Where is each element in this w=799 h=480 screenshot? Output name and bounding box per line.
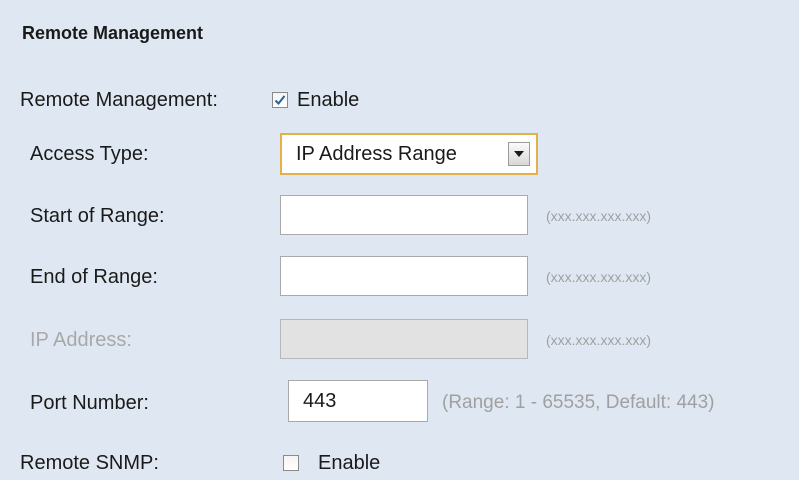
access-type-select[interactable]: IP Address Range — [280, 133, 538, 175]
end-of-range-label: End of Range: — [30, 266, 158, 288]
port-number-hint: (Range: 1 - 65535, Default: 443) — [442, 392, 715, 413]
remote-management-label: Remote Management: — [20, 89, 218, 111]
section-title: Remote Management — [22, 23, 204, 43]
end-of-range-input[interactable] — [280, 256, 528, 296]
access-type-label: Access Type: — [30, 143, 149, 165]
remote-management-enable-label: Enable — [297, 89, 360, 111]
end-of-range-hint: (xxx.xxx.xxx.xxx) — [546, 269, 651, 285]
port-number-label: Port Number: — [30, 392, 149, 414]
access-type-selected-value: IP Address Range — [296, 143, 457, 165]
ip-address-input — [280, 319, 528, 359]
ip-address-hint: (xxx.xxx.xxx.xxx) — [546, 332, 651, 348]
checkmark-icon — [274, 95, 286, 105]
remote-snmp-enable-label: Enable — [318, 452, 381, 474]
ip-address-label: IP Address: — [30, 329, 132, 351]
remote-management-panel: Remote Management Remote Management: Ena… — [0, 0, 799, 480]
port-number-input[interactable] — [288, 380, 428, 422]
remote-management-checkbox[interactable] — [272, 92, 288, 108]
chevron-down-icon — [514, 151, 524, 157]
remote-snmp-label: Remote SNMP: — [20, 452, 159, 474]
start-of-range-hint: (xxx.xxx.xxx.xxx) — [546, 208, 651, 224]
remote-snmp-checkbox[interactable] — [283, 455, 299, 471]
start-of-range-input[interactable] — [280, 195, 528, 235]
dropdown-arrow-button[interactable] — [508, 142, 530, 166]
start-of-range-label: Start of Range: — [30, 205, 165, 227]
